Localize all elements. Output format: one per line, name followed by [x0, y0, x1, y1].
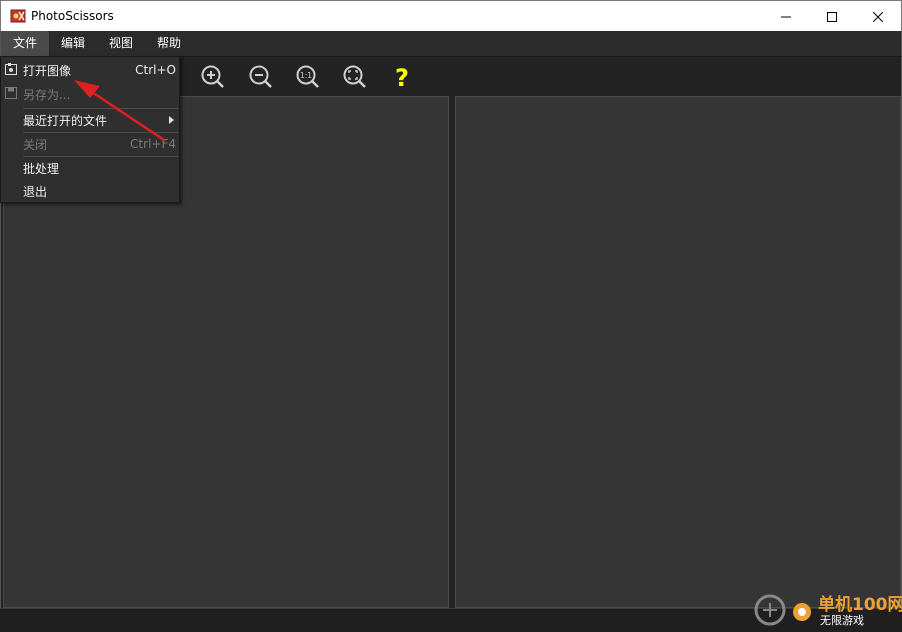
zoom-in-icon[interactable]: [200, 64, 226, 90]
save-as-label: 另存为...: [23, 87, 71, 102]
app-icon: [10, 9, 26, 23]
save-icon: [5, 87, 17, 99]
minimize-icon: [781, 16, 791, 17]
close-button[interactable]: [855, 1, 901, 32]
menu-file[interactable]: 文件: [1, 31, 50, 56]
open-image-icon: [5, 63, 17, 75]
menu-item-recent-files[interactable]: 最近打开的文件: [1, 109, 179, 131]
menu-bar: 文件 编辑 视图 帮助: [0, 31, 902, 56]
maximize-icon: [827, 11, 837, 22]
watermark-logo-icon: [754, 594, 811, 626]
close-label: 关闭: [23, 137, 48, 152]
watermark: 单机100网 无限游戏: [750, 586, 902, 632]
menu-help[interactable]: 帮助: [145, 31, 193, 56]
zoom-out-icon[interactable]: [248, 64, 274, 90]
file-menu-dropdown: 打开图像 Ctrl+O 另存为... 最近打开的文件 关闭 Ctrl+F4 批处…: [0, 56, 180, 203]
minimize-button[interactable]: [763, 1, 809, 32]
submenu-arrow-icon: [169, 116, 174, 124]
exit-label: 退出: [23, 184, 48, 199]
open-image-label: 打开图像: [23, 63, 72, 78]
actual-size-label: 1:1: [300, 71, 312, 80]
fit-to-window-icon[interactable]: [342, 64, 368, 90]
menu-item-save-as: 另存为...: [1, 83, 179, 105]
maximize-button[interactable]: [809, 1, 855, 32]
recent-files-label: 最近打开的文件: [23, 113, 108, 128]
batch-label: 批处理: [23, 161, 60, 176]
menu-view[interactable]: 视图: [97, 31, 145, 56]
window-title: PhotoScissors: [31, 9, 114, 23]
menu-edit[interactable]: 编辑: [49, 31, 97, 56]
actual-size-icon[interactable]: 1:1: [295, 64, 321, 90]
close-icon: [873, 11, 883, 22]
open-image-shortcut: Ctrl+O: [135, 63, 176, 77]
help-label: ?: [395, 64, 409, 90]
menu-item-open-image[interactable]: 打开图像 Ctrl+O: [1, 59, 179, 81]
help-icon[interactable]: ?: [389, 64, 415, 90]
title-bar: PhotoScissors: [0, 0, 902, 31]
menu-item-exit[interactable]: 退出: [1, 180, 179, 202]
watermark-line-2: 无限游戏: [820, 614, 864, 627]
close-shortcut: Ctrl+F4: [130, 137, 176, 151]
menu-item-close: 关闭 Ctrl+F4: [1, 133, 179, 155]
menu-item-batch[interactable]: 批处理: [1, 157, 179, 179]
result-image-panel[interactable]: [455, 96, 901, 608]
